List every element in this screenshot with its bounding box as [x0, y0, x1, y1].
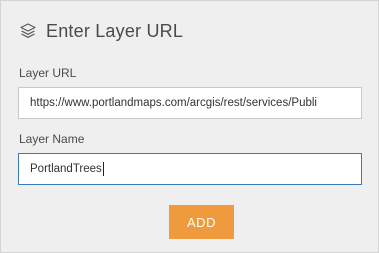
- layers-icon: [19, 22, 37, 40]
- layer-url-input[interactable]: https://www.portlandmaps.com/arcgis/rest…: [18, 87, 362, 119]
- layer-name-value: PortlandTrees: [30, 163, 102, 175]
- layer-name-input[interactable]: PortlandTrees: [18, 153, 362, 185]
- layer-url-label: Layer URL: [19, 66, 77, 80]
- panel-title: Enter Layer URL: [46, 20, 184, 41]
- layer-name-label: Layer Name: [19, 132, 85, 146]
- panel-header: Enter Layer URL: [19, 19, 183, 43]
- add-button[interactable]: ADD: [169, 205, 234, 239]
- text-cursor: [102, 161, 104, 176]
- enter-layer-url-panel: Enter Layer URL Layer URL https://www.po…: [0, 0, 379, 253]
